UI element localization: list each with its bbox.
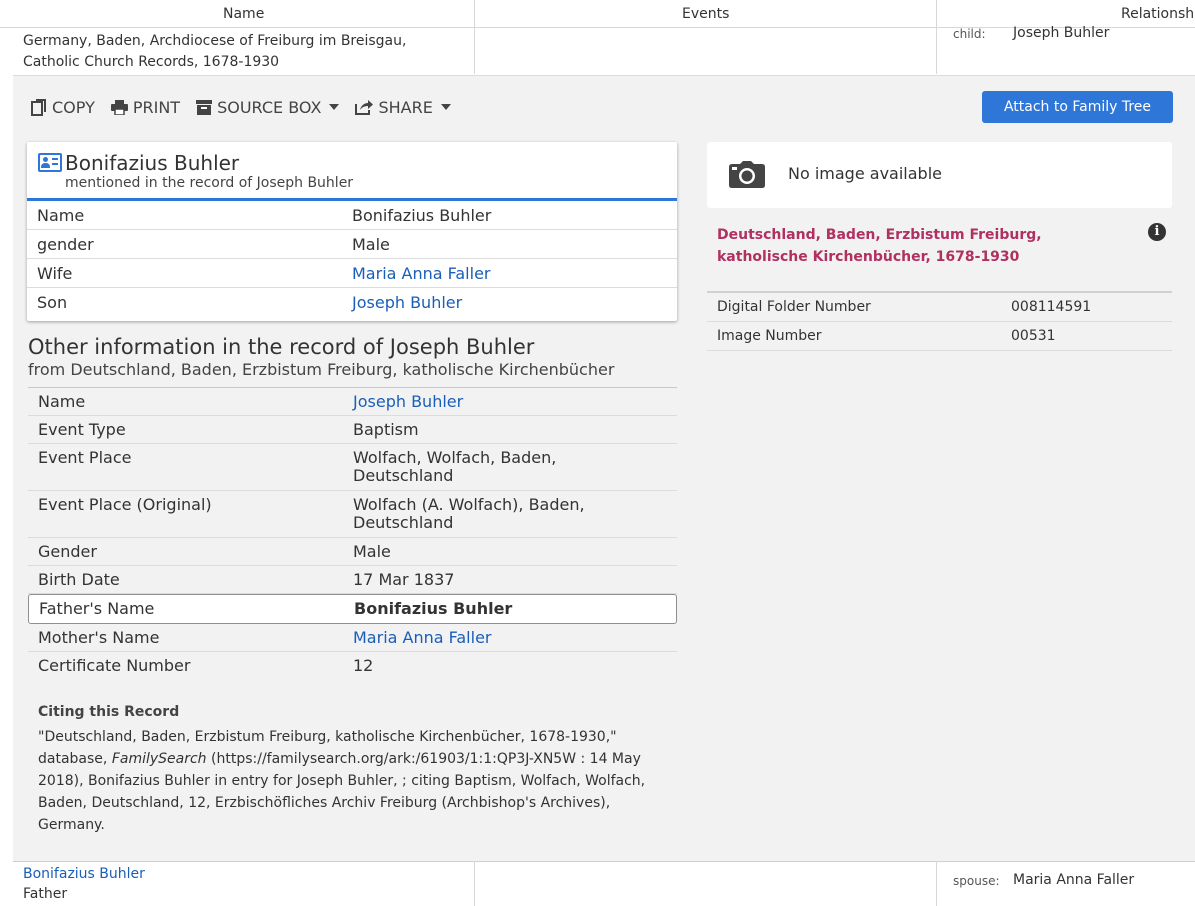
share-icon bbox=[355, 100, 374, 115]
citation-text: "Deutschland, Baden, Erzbistum Freiburg,… bbox=[38, 726, 678, 836]
info-icon[interactable]: i bbox=[1148, 223, 1166, 241]
field-value: Bonifazius Buhler bbox=[354, 599, 513, 618]
column-header-name[interactable]: Name bbox=[223, 6, 264, 22]
field-value: 008114591 bbox=[1011, 299, 1092, 315]
share-button[interactable]: SHARE bbox=[355, 97, 451, 117]
results-table-header: Name Events Relationsh bbox=[0, 0, 1195, 28]
person-subtitle: mentioned in the record of Joseph Buhler bbox=[65, 175, 354, 191]
image-placeholder: No image available bbox=[707, 142, 1172, 208]
field-label: Father's Name bbox=[39, 599, 155, 618]
person-field-row: Name Bonifazius Buhler bbox=[27, 201, 677, 230]
info-row: Birth Date 17 Mar 1837 bbox=[28, 566, 677, 594]
source-box-label: SOURCE BOX bbox=[217, 97, 322, 117]
film-row: Digital Folder Number 008114591 bbox=[707, 293, 1172, 322]
print-button[interactable]: PRINT bbox=[110, 97, 181, 117]
print-label: PRINT bbox=[132, 97, 181, 117]
info-row: Mother's Name Maria Anna Faller bbox=[28, 624, 677, 652]
field-label: Birth Date bbox=[38, 570, 120, 589]
field-label: Certificate Number bbox=[38, 656, 191, 675]
relation-value: Maria Anna Faller bbox=[1013, 872, 1135, 888]
share-label: SHARE bbox=[378, 97, 433, 117]
no-image-text: No image available bbox=[788, 164, 942, 183]
person-field-row: Son Joseph Buhler bbox=[27, 288, 677, 316]
info-row: Event Place (Original) Wolfach (A. Wolfa… bbox=[28, 491, 677, 538]
collection-line: Catholic Church Records, 1678-1930 bbox=[23, 54, 280, 70]
field-value: 12 bbox=[353, 656, 374, 675]
archive-box-icon bbox=[196, 99, 213, 115]
field-label: Event Place bbox=[38, 448, 132, 467]
field-label: Image Number bbox=[717, 328, 822, 344]
field-value: Male bbox=[353, 542, 391, 561]
result-name-link[interactable]: Bonifazius Buhler bbox=[23, 866, 145, 882]
printer-icon bbox=[110, 99, 128, 115]
field-label: Gender bbox=[38, 542, 97, 561]
copy-button[interactable]: COPY bbox=[31, 98, 95, 117]
info-row: Gender Male bbox=[28, 538, 677, 566]
other-info-table: Name Joseph Buhler Event Type Baptism Ev… bbox=[28, 387, 677, 680]
wife-link[interactable]: Maria Anna Faller bbox=[352, 264, 491, 283]
relation-label: child: bbox=[953, 27, 986, 41]
result-collection-name: Germany, Baden, Archdiocese of Freiburg … bbox=[23, 31, 406, 73]
record-toolbar: COPY PRINT SOURCE BOX SHARE bbox=[31, 96, 451, 118]
relation-value: Joseph Buhler bbox=[1013, 25, 1110, 41]
field-label: gender bbox=[37, 234, 94, 254]
person-name: Bonifazius Buhler bbox=[65, 151, 240, 175]
info-row: Name Joseph Buhler bbox=[28, 388, 677, 416]
result-role: Father bbox=[23, 886, 68, 902]
result-row[interactable]: Germany, Baden, Archdiocese of Freiburg … bbox=[0, 25, 1195, 74]
relation-label: spouse: bbox=[953, 874, 1000, 888]
field-label: Mother's Name bbox=[38, 628, 160, 647]
person-card-icon bbox=[38, 153, 62, 172]
field-value: Bonifazius Buhler bbox=[352, 205, 492, 225]
field-value: 17 Mar 1837 bbox=[353, 570, 455, 589]
info-row-highlighted: Father's Name Bonifazius Buhler bbox=[28, 594, 677, 624]
copy-label: COPY bbox=[52, 97, 95, 117]
person-card-header: Bonifazius Buhler mentioned in the recor… bbox=[27, 142, 677, 201]
attach-to-family-tree-button[interactable]: Attach to Family Tree bbox=[982, 91, 1173, 123]
son-link[interactable]: Joseph Buhler bbox=[352, 293, 462, 312]
field-label: Digital Folder Number bbox=[717, 299, 871, 315]
field-label: Wife bbox=[37, 263, 73, 283]
field-value: Male bbox=[352, 234, 390, 254]
citation-site: FamilySearch bbox=[111, 751, 207, 767]
person-card: Bonifazius Buhler mentioned in the recor… bbox=[27, 142, 677, 321]
principal-name-link[interactable]: Joseph Buhler bbox=[353, 392, 463, 411]
field-label: Event Place (Original) bbox=[38, 495, 212, 514]
field-value: 00531 bbox=[1011, 328, 1056, 344]
film-info-table: Digital Folder Number 008114591 Image Nu… bbox=[707, 291, 1172, 351]
person-field-row: gender Male bbox=[27, 230, 677, 259]
collection-line: Germany, Baden, Archdiocese of Freiburg … bbox=[23, 33, 407, 49]
other-info-subtitle: from Deutschland, Baden, Erzbistum Freib… bbox=[28, 360, 615, 379]
column-header-relationships[interactable]: Relationsh bbox=[1121, 6, 1194, 22]
chevron-down-icon bbox=[329, 104, 340, 110]
citation-title: Citing this Record bbox=[38, 704, 180, 720]
field-label: Name bbox=[38, 392, 86, 411]
source-box-button[interactable]: SOURCE BOX bbox=[196, 97, 340, 117]
column-header-events[interactable]: Events bbox=[682, 6, 729, 22]
result-row[interactable]: Bonifazius Buhler Father spouse: Maria A… bbox=[0, 862, 1195, 906]
field-value: Baptism bbox=[353, 420, 419, 439]
record-detail-panel: COPY PRINT SOURCE BOX SHARE Attach to Fa… bbox=[13, 75, 1195, 862]
field-label: Son bbox=[37, 292, 68, 312]
info-row: Event Type Baptism bbox=[28, 416, 677, 444]
field-value: Wolfach, Wolfach, Baden, Deutschland bbox=[353, 448, 557, 485]
film-row: Image Number 00531 bbox=[707, 322, 1172, 351]
info-row: Event Place Wolfach, Wolfach, Baden, Deu… bbox=[28, 444, 677, 491]
copy-icon bbox=[31, 98, 46, 116]
person-field-row: Wife Maria Anna Faller bbox=[27, 259, 677, 288]
info-row: Certificate Number 12 bbox=[28, 652, 677, 680]
camera-icon bbox=[729, 161, 765, 188]
field-label: Event Type bbox=[38, 420, 126, 439]
collection-title-link[interactable]: Deutschland, Baden, Erzbistum Freiburg, … bbox=[717, 224, 1097, 268]
chevron-down-icon bbox=[440, 104, 451, 110]
field-value: Wolfach (A. Wolfach), Baden, Deutschland bbox=[353, 495, 585, 532]
field-label: Name bbox=[37, 205, 85, 225]
mother-link[interactable]: Maria Anna Faller bbox=[353, 628, 492, 647]
other-info-title: Other information in the record of Josep… bbox=[28, 335, 535, 359]
